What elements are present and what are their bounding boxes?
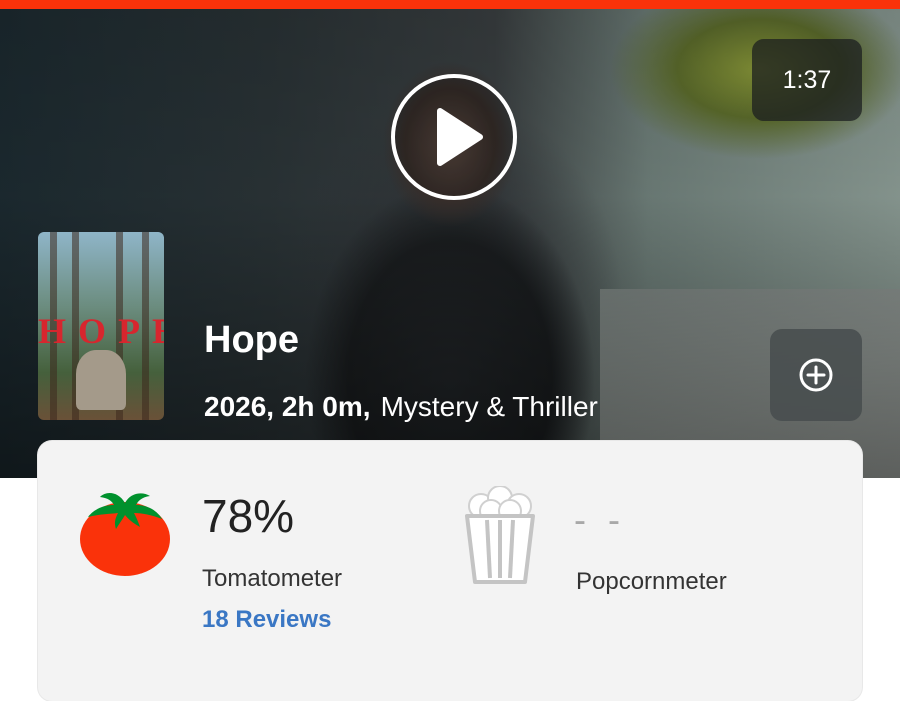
movie-genre: Mystery & Thriller xyxy=(380,391,598,422)
scores-card: 78% Tomatometer 18 Reviews - - Popcornme… xyxy=(38,441,862,701)
tomato-icon xyxy=(80,493,170,576)
play-icon xyxy=(437,108,483,166)
movie-year-runtime: 2026, 2h 0m, xyxy=(204,391,371,422)
trailer-video[interactable]: 1:37 HOPE Hope 2026, 2h 0m, Mystery & Thr… xyxy=(0,9,900,478)
plus-circle-icon xyxy=(799,358,833,392)
video-duration-badge: 1:37 xyxy=(752,39,862,121)
poster-title: HOPE xyxy=(38,311,164,351)
reviews-link[interactable]: 18 Reviews xyxy=(202,606,331,634)
tomatometer-score: 78% xyxy=(202,490,295,542)
play-button[interactable] xyxy=(391,74,517,200)
movie-title: Hope xyxy=(204,319,299,361)
popcornmeter-score: - - xyxy=(574,499,626,540)
popcornmeter-label: Popcornmeter xyxy=(576,568,727,595)
add-to-watchlist-button[interactable] xyxy=(770,329,862,421)
movie-meta: 2026, 2h 0m, Mystery & Thriller xyxy=(204,391,598,423)
top-accent-bar xyxy=(0,0,900,9)
tomatometer-label: Tomatometer xyxy=(202,565,343,592)
popcorn-icon xyxy=(465,486,535,584)
poster-figure xyxy=(76,350,126,410)
movie-poster[interactable]: HOPE xyxy=(38,232,164,420)
